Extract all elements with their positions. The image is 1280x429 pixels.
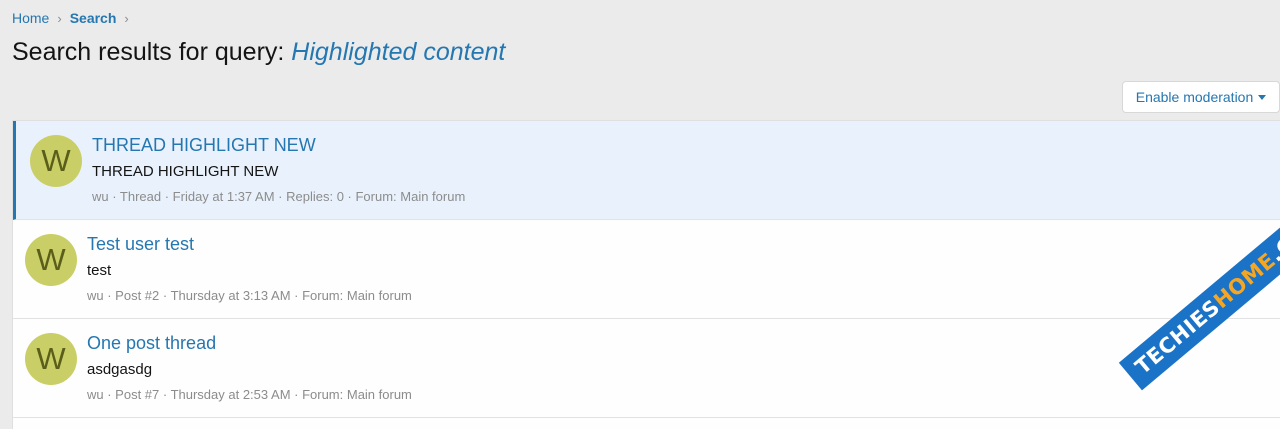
result-body: One post thread asdgasdg wu · Post #7 · … xyxy=(87,332,412,403)
search-result-item: W THREAD HIGHLIGHT NEW THREAD HIGHLIGHT … xyxy=(13,121,1280,220)
avatar[interactable]: W xyxy=(30,135,82,187)
chevron-right-icon: › xyxy=(124,10,129,26)
result-body: THREAD HIGHLIGHT NEW THREAD HIGHLIGHT NE… xyxy=(92,134,465,205)
result-title-link[interactable]: Test user test xyxy=(87,233,412,255)
page-title-prefix: Search results for query: xyxy=(12,38,292,66)
chevron-right-icon: › xyxy=(57,10,62,26)
avatar[interactable]: W xyxy=(25,234,77,286)
avatar[interactable]: W xyxy=(25,333,77,385)
caret-down-icon xyxy=(1258,94,1267,100)
enable-moderation-label: Enable moderation xyxy=(1135,89,1254,105)
page-title: Search results for query: Highlighted co… xyxy=(12,38,505,67)
result-title-link[interactable]: One post thread xyxy=(87,332,412,354)
result-snippet: asdgasdg xyxy=(87,361,153,378)
search-result-item: W One post thread asdgasdg wu · Post #7 … xyxy=(13,319,1280,418)
search-results-list: W THREAD HIGHLIGHT NEW THREAD HIGHLIGHT … xyxy=(12,120,1280,429)
result-body: Test user test test wu · Post #2 · Thurs… xyxy=(87,233,412,304)
result-meta: wu · Post #2 · Thursday at 3:13 AM · For… xyxy=(87,288,412,303)
breadcrumb-home-link[interactable]: Home xyxy=(12,10,49,26)
breadcrumb: Home › Search › xyxy=(12,10,137,26)
result-snippet: test xyxy=(87,262,112,279)
breadcrumb-search-link[interactable]: Search xyxy=(70,10,117,26)
result-meta: wu · Post #7 · Thursday at 2:53 AM · For… xyxy=(87,387,412,402)
result-snippet: THREAD HIGHLIGHT NEW xyxy=(92,163,279,180)
search-query-link[interactable]: Highlighted content xyxy=(291,38,505,66)
result-meta: wu · Thread · Friday at 1:37 AM · Replie… xyxy=(92,189,466,204)
search-result-item: W Test user test test wu · Post #2 · Thu… xyxy=(13,220,1280,319)
enable-moderation-button[interactable]: Enable moderation xyxy=(1122,81,1280,113)
result-title-link[interactable]: THREAD HIGHLIGHT NEW xyxy=(92,134,465,156)
